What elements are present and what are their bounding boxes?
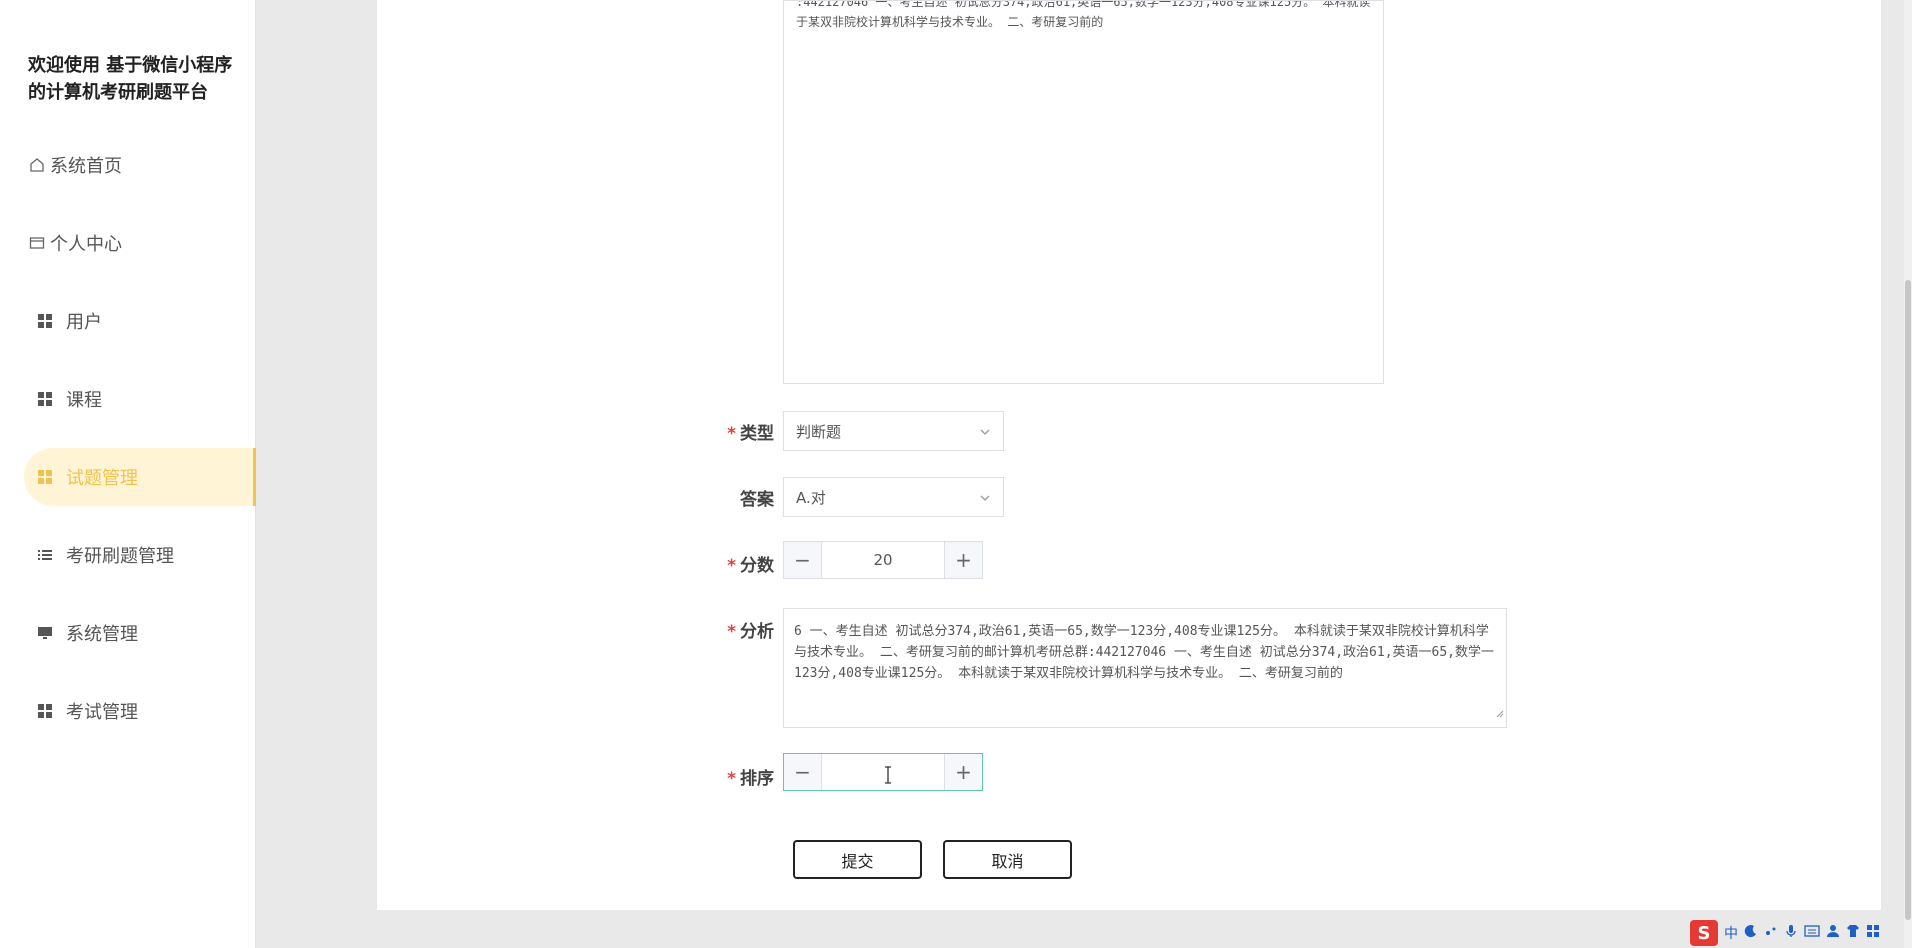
answer-label: 答案: [740, 490, 774, 510]
question-content-text: :442127046 一、考生自述 初试总分374,政治61,英语一65,数学一…: [796, 0, 1371, 29]
required-mark: *: [727, 622, 736, 642]
decrease-button[interactable]: −: [784, 754, 822, 790]
home-icon: [28, 156, 46, 174]
sidebar-item-label: 系统首页: [50, 156, 122, 177]
sort-label: * 排序: [727, 769, 774, 789]
type-select-value: 判断题: [796, 422, 842, 441]
moon-icon[interactable]: [1744, 924, 1758, 942]
sidebar-item-courses[interactable]: 课程: [24, 370, 256, 428]
analysis-label: * 分析: [727, 622, 774, 642]
required-mark: *: [727, 556, 736, 576]
list-icon: [36, 546, 54, 564]
user-icon[interactable]: [1826, 924, 1840, 942]
answer-select[interactable]: A.对: [783, 477, 1004, 517]
cancel-button[interactable]: 取消: [943, 840, 1072, 879]
sidebar-item-label: 系统管理: [66, 624, 138, 645]
ime-language[interactable]: 中: [1724, 923, 1738, 943]
chevron-down-icon: [979, 490, 991, 508]
ime-tray: S 中: [1690, 918, 1912, 948]
sidebar-item-label: 课程: [66, 390, 102, 411]
chevron-down-icon: [979, 424, 991, 442]
sidebar-item-users[interactable]: 用户: [24, 292, 256, 350]
sidebar-item-home[interactable]: 系统首页: [24, 136, 256, 194]
type-label: * 类型: [727, 424, 774, 444]
sidebar: 欢迎使用 基于微信小程序的计算机考研刷题平台 系统首页 个人中心 用户 课程 试…: [0, 0, 256, 948]
text-cursor-icon: [883, 766, 893, 788]
resize-handle-icon[interactable]: [1496, 704, 1504, 725]
ime-logo[interactable]: S: [1690, 920, 1718, 946]
grid-icon: [36, 702, 54, 720]
monitor-icon: [36, 624, 54, 642]
toolbox-grid-icon[interactable]: [1866, 924, 1880, 942]
sidebar-item-personal-center[interactable]: 个人中心: [24, 214, 256, 272]
analysis-text: 6 一、考生自述 初试总分374,政治61,英语一65,数学一123分,408专…: [794, 624, 1495, 681]
skin-shirt-icon[interactable]: [1846, 924, 1860, 942]
question-content-textarea[interactable]: :442127046 一、考生自述 初试总分374,政治61,英语一65,数学一…: [783, 0, 1384, 384]
sidebar-item-label: 试题管理: [66, 468, 138, 489]
grid-icon: [36, 468, 54, 486]
sidebar-item-system-management[interactable]: 系统管理: [24, 604, 256, 662]
scrollbar-thumb[interactable]: [1905, 280, 1911, 920]
type-select[interactable]: 判断题: [783, 411, 1004, 451]
required-mark: *: [727, 424, 736, 444]
decrease-button[interactable]: −: [784, 542, 822, 578]
microphone-icon[interactable]: [1784, 924, 1798, 942]
sidebar-item-label: 用户: [66, 312, 102, 333]
id-card-icon: [28, 234, 46, 252]
grid-icon: [36, 390, 54, 408]
keyboard-icon[interactable]: [1804, 924, 1820, 942]
answer-select-value: A.对: [796, 488, 826, 507]
score-label: * 分数: [727, 556, 774, 576]
required-mark: *: [727, 769, 736, 789]
increase-button[interactable]: +: [944, 542, 982, 578]
submit-button[interactable]: 提交: [793, 840, 922, 879]
sidebar-item-label: 个人中心: [50, 234, 122, 255]
sidebar-item-exam-practice-management[interactable]: 考研刷题管理: [24, 526, 256, 584]
grid-icon: [36, 312, 54, 330]
analysis-textarea[interactable]: 6 一、考生自述 初试总分374,政治61,英语一65,数学一123分,408专…: [783, 608, 1507, 728]
sidebar-item-label: 考试管理: [66, 702, 138, 723]
sidebar-item-exam-management[interactable]: 考试管理: [24, 682, 256, 740]
score-stepper[interactable]: − 20 +: [783, 541, 983, 579]
punctuation-icon[interactable]: [1764, 924, 1778, 942]
sidebar-item-label: 考研刷题管理: [66, 546, 174, 567]
increase-button[interactable]: +: [944, 754, 982, 790]
score-value[interactable]: 20: [822, 542, 944, 578]
sidebar-item-question-management[interactable]: 试题管理: [24, 448, 256, 506]
brand-title: 欢迎使用 基于微信小程序的计算机考研刷题平台: [28, 55, 233, 103]
